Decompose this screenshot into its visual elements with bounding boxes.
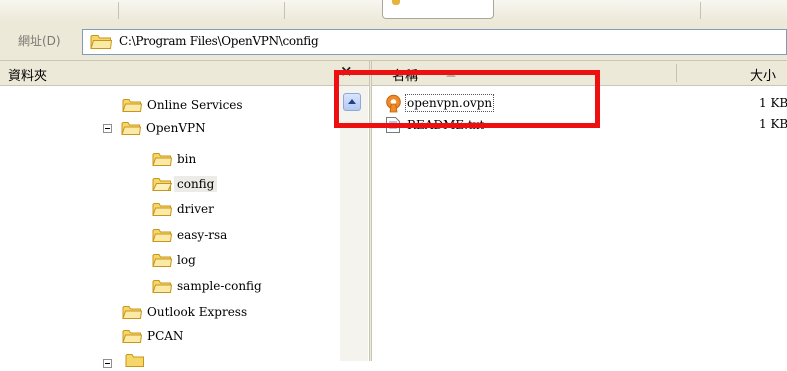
tree-item-label: log xyxy=(177,253,196,267)
tree-item-label: bin xyxy=(177,152,197,166)
tree-item-label: Outlook Express xyxy=(147,305,248,319)
tree-item-easy-rsa[interactable]: easy-rsa xyxy=(152,225,227,245)
folder-icon xyxy=(152,229,172,242)
tree-item-pcan[interactable]: PCAN xyxy=(122,326,183,346)
tree-item-label: OpenVPN xyxy=(146,121,206,135)
folder-icon xyxy=(152,153,172,166)
collapse-toggle[interactable] xyxy=(103,123,112,133)
tree-item-label: easy-rsa xyxy=(177,228,228,242)
folder-icon xyxy=(90,35,112,49)
toolbar-separator xyxy=(118,2,119,19)
tree-item-config[interactable]: config xyxy=(152,174,218,194)
tree-item-log[interactable]: log xyxy=(152,250,196,270)
tree-item-openvpn[interactable]: OpenVPN xyxy=(103,118,206,138)
folder-icon xyxy=(125,354,144,367)
folder-icon xyxy=(122,99,142,112)
folder-icon xyxy=(152,280,172,293)
folder-icon xyxy=(152,203,172,216)
toolbar-separator xyxy=(700,2,701,19)
toolbar-separator xyxy=(284,2,285,19)
folders-pane-header xyxy=(0,61,372,86)
tree-item-label: PCAN xyxy=(147,329,184,343)
tree-item-label: driver xyxy=(177,202,214,216)
tree-item-label: sample-config xyxy=(177,279,262,293)
folder-icon xyxy=(122,330,142,343)
tree-item-partial[interactable] xyxy=(103,352,145,371)
tree-item-outlook-express[interactable]: Outlook Express xyxy=(122,302,247,322)
address-path: C:\Program Files\OpenVPN\config xyxy=(119,34,319,48)
folder-icon xyxy=(392,0,400,5)
column-separator[interactable] xyxy=(676,64,677,82)
file-size: 1 KB xyxy=(759,96,787,110)
column-header-size[interactable]: 大小 xyxy=(750,65,776,84)
file-size: 1 KB xyxy=(759,117,787,131)
address-label: 網址(D) xyxy=(18,34,61,48)
folder-icon xyxy=(152,254,172,267)
folder-icon xyxy=(121,122,141,135)
folder-open-icon xyxy=(152,178,172,191)
tree-item-label: config xyxy=(174,176,218,192)
expand-toggle[interactable] xyxy=(103,359,112,368)
tree-item-online-services[interactable]: Online Services xyxy=(122,95,243,115)
folders-pane-title: 資料夾 xyxy=(8,69,48,84)
folder-icon xyxy=(122,306,142,319)
tree-item-sample-config[interactable]: sample-config xyxy=(152,276,262,296)
highlight-annotation xyxy=(334,70,600,128)
tree-item-label: Online Services xyxy=(147,98,243,112)
tree-item-driver[interactable]: driver xyxy=(152,199,214,219)
tree-item-bin[interactable]: bin xyxy=(152,149,196,169)
